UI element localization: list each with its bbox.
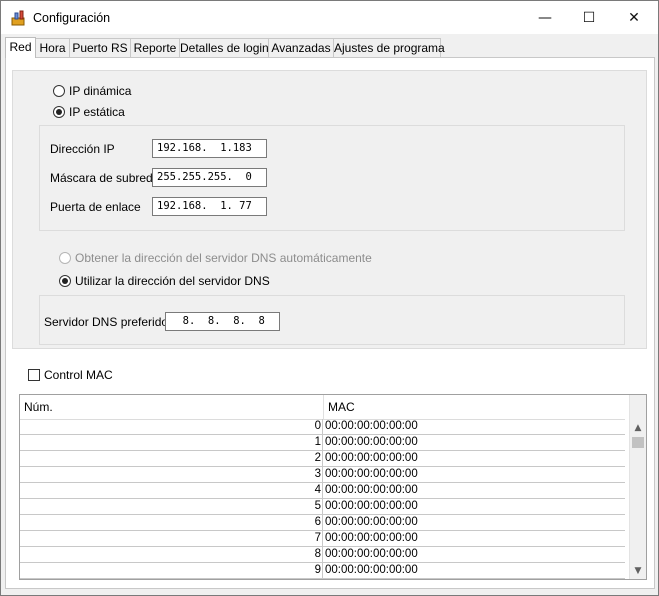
minimize-icon: — [538,9,552,26]
mac-table[interactable]: Núm. MAC 0 00:00:00:00:00:00 1 00:00:00:00… [19,394,647,580]
dns-manual-label: Utilizar la dirección del servidor DNS [75,274,270,288]
tab-avanzadas[interactable]: Avanzadas [268,38,334,57]
ip-dynamic-radio[interactable]: IP dinámica [53,84,131,98]
tab-detalles-de-login[interactable]: Detalles de login [179,38,269,57]
scrollbar-thumb[interactable] [632,437,644,448]
tab-ajustes-de-programa[interactable]: Ajustes de programa [333,38,445,57]
table-row[interactable]: 0 00:00:00:00:00:00 [20,419,625,435]
subnet-mask-label: Máscara de subred [50,171,153,185]
row-number: 1 [20,435,323,451]
row-mac: 00:00:00:00:00:00 [325,452,418,464]
row-number: 2 [20,451,323,467]
table-row[interactable]: 1 00:00:00:00:00:00 [20,435,625,451]
row-number: 4 [20,483,323,499]
table-row[interactable]: 7 00:00:00:00:00:00 [20,531,625,547]
tab-panel-red: IP dinámica IP estática Dirección IP 192… [5,57,655,589]
scroll-up-icon[interactable]: ▲ [630,419,646,436]
tab-puerto-rs[interactable]: Puerto RS [69,38,131,57]
dns-manual-radio[interactable]: Utilizar la dirección del servidor DNS [59,274,270,288]
minimize-button[interactable]: — [522,1,568,34]
maximize-button[interactable]: ☐ [566,1,612,34]
static-ip-group: Dirección IP 192.168. 1.183 Máscara de s… [39,125,625,231]
row-mac: 00:00:00:00:00:00 [325,468,418,480]
tab-reporte[interactable]: Reporte [130,38,180,57]
row-mac: 00:00:00:00:00:00 [325,436,418,448]
ip-dynamic-label: IP dinámica [69,84,132,98]
close-button[interactable]: ✕ [611,1,657,34]
scroll-down-icon[interactable]: ▼ [630,562,646,579]
row-number: 7 [20,531,323,547]
close-icon: ✕ [628,9,640,26]
row-mac: 00:00:00:00:00:00 [325,564,418,576]
row-mac: 00:00:00:00:00:00 [325,516,418,528]
row-number: 3 [20,467,323,483]
window-title: Configuración [33,11,111,25]
table-row[interactable]: 5 00:00:00:00:00:00 [20,499,625,515]
vertical-scrollbar[interactable]: ▲ ▼ [629,395,646,579]
ip-address-label: Dirección IP [50,142,115,156]
tab-red[interactable]: Red [5,37,36,58]
table-row[interactable]: 4 00:00:00:00:00:00 [20,483,625,499]
dns-auto-radio[interactable]: Obtener la dirección del servidor DNS au… [59,251,372,265]
radio-checked-icon [53,106,65,118]
row-mac: 00:00:00:00:00:00 [325,484,418,496]
row-mac: 00:00:00:00:00:00 [325,420,418,432]
title-bar: Configuración — ☐ ✕ [1,1,658,34]
configuration-window: Configuración — ☐ ✕ Red Hora Puerto RS R… [0,0,659,596]
gateway-field[interactable]: 192.168. 1. 77 [152,197,267,216]
row-number: 5 [20,499,323,515]
dns-server-group: Servidor DNS preferido 8. 8. 8. 8 [39,295,625,345]
checkbox-unchecked-icon [28,369,40,381]
row-mac: 00:00:00:00:00:00 [325,500,418,512]
ip-static-radio[interactable]: IP estática [53,105,125,119]
row-mac: 00:00:00:00:00:00 [325,548,418,560]
row-number: 0 [20,419,323,435]
mac-table-body: 0 00:00:00:00:00:00 1 00:00:00:00:00:00 20… [20,419,625,579]
radio-checked-icon [59,275,71,287]
row-mac: 00:00:00:00:00:00 [325,532,418,544]
row-number: 8 [20,547,323,563]
radio-unchecked-icon [59,252,71,264]
table-row[interactable]: 6 00:00:00:00:00:00 [20,515,625,531]
mac-table-header: Núm. MAC [20,395,625,420]
tools-icon [11,10,25,26]
column-header-mac[interactable]: MAC [324,395,625,419]
tab-hora[interactable]: Hora [35,38,70,57]
ip-address-field[interactable]: 192.168. 1.183 [152,139,267,158]
maximize-icon: ☐ [582,9,596,26]
row-number: 6 [20,515,323,531]
table-row[interactable]: 9 00:00:00:00:00:00 [20,563,625,579]
table-row[interactable]: 8 00:00:00:00:00:00 [20,547,625,563]
table-row[interactable]: 3 00:00:00:00:00:00 [20,467,625,483]
table-row[interactable]: 2 00:00:00:00:00:00 [20,451,625,467]
ip-static-label: IP estática [69,105,125,119]
subnet-mask-field[interactable]: 255.255.255. 0 [152,168,267,187]
network-settings-group: IP dinámica IP estática Dirección IP 192… [12,70,647,349]
mac-control-label: Control MAC [44,368,113,382]
row-number: 9 [20,563,323,579]
preferred-dns-field[interactable]: 8. 8. 8. 8 [165,312,280,331]
dns-auto-label: Obtener la dirección del servidor DNS au… [75,251,372,265]
gateway-label: Puerta de enlace [50,200,141,214]
column-header-num[interactable]: Núm. [20,395,324,419]
preferred-dns-label: Servidor DNS preferido [44,315,169,329]
mac-control-checkbox[interactable]: Control MAC [28,368,113,382]
radio-unchecked-icon [53,85,65,97]
